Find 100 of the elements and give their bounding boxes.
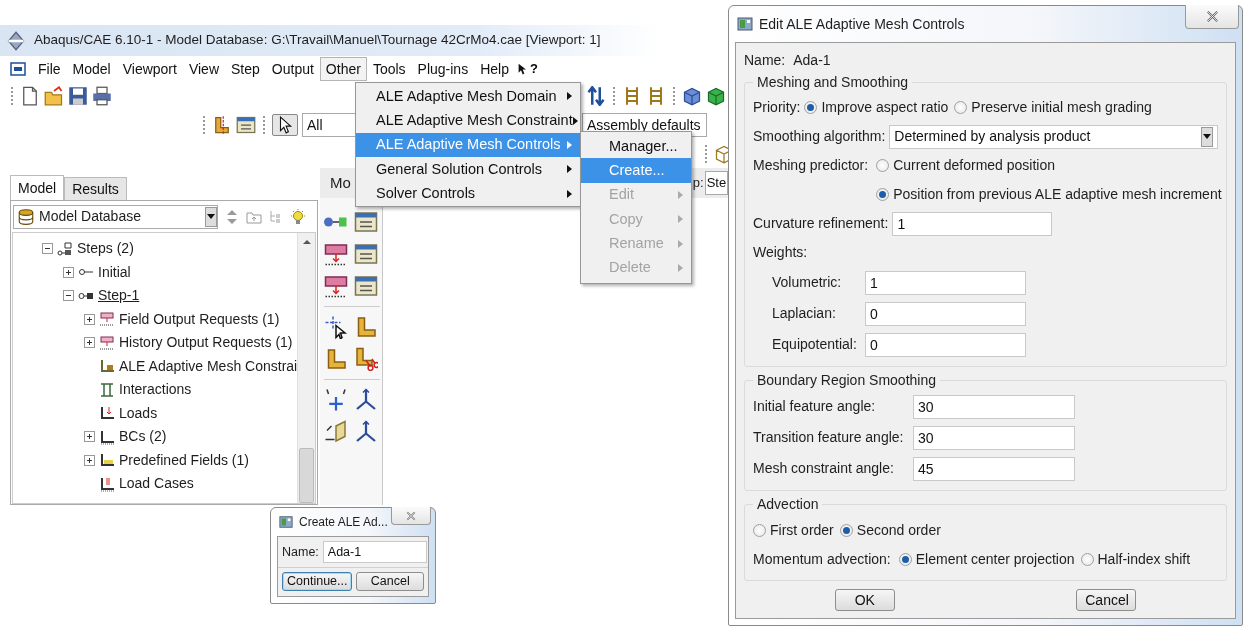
menu-item[interactable]: Plug-ins [411, 57, 475, 81]
radio-button[interactable] [954, 101, 968, 115]
menu-item[interactable]: General Solution Controls [356, 157, 580, 182]
scrollbar-thumb[interactable] [299, 448, 315, 503]
sort-arrows-icon[interactable] [586, 86, 606, 106]
option-label: First order [770, 521, 834, 539]
radio-button[interactable] [898, 552, 912, 566]
option-label: Second order [856, 521, 941, 539]
select-button[interactable] [272, 114, 298, 136]
new-file-icon[interactable] [20, 86, 40, 106]
tree-item[interactable]: Initial [98, 263, 131, 281]
expand-toggle[interactable] [42, 243, 53, 255]
cut-shape-icon[interactable] [354, 347, 378, 371]
whats-this-button[interactable]: ? [514, 61, 540, 77]
text-field[interactable]: 30 [913, 425, 1075, 450]
scrollbar[interactable] [297, 233, 316, 503]
radio-button[interactable] [1080, 552, 1094, 566]
menu-item[interactable]: ALE Adaptive Mesh Domain [356, 84, 580, 109]
close-button[interactable] [1185, 5, 1239, 29]
table-icon[interactable] [354, 274, 378, 298]
tree-item[interactable]: Field Output Requests (1) [119, 310, 280, 328]
ok-button[interactable]: OK [834, 588, 895, 612]
tree-item[interactable]: Loads [119, 404, 158, 422]
tab[interactable]: Model [10, 175, 65, 200]
boundary-condition-icon [99, 428, 115, 445]
text-field[interactable]: 45 [913, 456, 1075, 481]
window-menu-icon[interactable] [10, 61, 26, 77]
menu-item[interactable]: Model [66, 57, 117, 81]
tree-item[interactable]: Load Cases [119, 475, 194, 493]
load-case-icon [99, 475, 115, 492]
expand-toggle[interactable] [63, 290, 74, 302]
radio-button[interactable] [839, 523, 853, 537]
tree-item[interactable]: BCs (2) [119, 428, 167, 446]
step-chart-icon[interactable] [324, 242, 348, 266]
expand-toggle[interactable] [84, 337, 95, 349]
window-title: Abaqus/CAE 6.10-1 - Model Database: G:\Travail\Manuel\Tournage 42CrMo4.cae [Viewport: 1] [34, 32, 601, 49]
print-icon[interactable] [92, 86, 112, 106]
table-icon[interactable] [354, 210, 378, 234]
menu-item[interactable]: Step [225, 57, 266, 81]
radio-button[interactable] [876, 188, 890, 202]
source-dropdown[interactable]: Model Database [13, 204, 218, 229]
expand-toggle[interactable] [84, 454, 95, 466]
tree-item[interactable]: Step-1 [98, 287, 140, 305]
expand-toggle[interactable] [84, 313, 95, 325]
menu-item[interactable]: Viewport [116, 57, 183, 81]
tree-item[interactable]: Interactions [119, 381, 192, 399]
option-label: Position from previous ALE adaptive mesh increment [893, 186, 1222, 204]
field-label: Curvature refinement: [753, 215, 889, 233]
radio-button[interactable] [804, 101, 818, 115]
axes-icon[interactable] [354, 388, 378, 412]
dropdown-field[interactable]: Determined by analysis product [889, 124, 1218, 149]
menu-item[interactable]: Other [319, 57, 367, 81]
expand-toggle[interactable] [84, 431, 95, 443]
tree-item[interactable]: ALE Adaptive Mesh Constrai [119, 357, 298, 375]
tree-item[interactable]: History Output Requests (1) [119, 334, 293, 352]
cursor-cross-icon[interactable] [324, 315, 348, 339]
datum-plane-icon[interactable] [324, 420, 348, 444]
cube-icon[interactable] [682, 86, 702, 106]
text-field[interactable]: 0 [865, 332, 1026, 357]
menu-item[interactable]: Output [265, 57, 320, 81]
shaded-cube-icon[interactable] [706, 86, 726, 106]
expand-toggle[interactable] [63, 266, 74, 278]
step-chart-icon[interactable] [324, 274, 348, 298]
menu-item[interactable]: Solver Controls [356, 181, 580, 206]
menu-item[interactable]: Manager... [581, 134, 691, 159]
tree-item[interactable]: Steps (2) [77, 240, 134, 258]
radio-button[interactable] [753, 523, 766, 537]
field-label: Meshing predictor: [753, 156, 869, 176]
datum-point-icon[interactable] [324, 388, 348, 412]
window-icon [737, 16, 753, 32]
continue-button[interactable]: Continue... [282, 572, 353, 591]
save-icon[interactable] [68, 86, 88, 106]
close-button[interactable] [391, 507, 431, 525]
part-icon[interactable] [212, 115, 232, 135]
field-label: Name: [744, 51, 786, 69]
cancel-button[interactable]: Cancel [1076, 588, 1137, 612]
menu-item[interactable]: File [32, 57, 67, 81]
menu-item[interactable]: Help [474, 57, 515, 81]
text-field[interactable]: 30 [913, 394, 1075, 419]
menu-item[interactable]: ALE Adaptive Mesh Constraint [356, 108, 580, 133]
dialog-title: Edit ALE Adaptive Mesh Controls [759, 15, 965, 33]
text-field[interactable]: 1 [865, 270, 1026, 295]
menu-item[interactable]: View [182, 57, 225, 81]
cancel-button[interactable]: Cancel [356, 572, 424, 591]
radio-button[interactable] [876, 159, 890, 173]
axes-icon[interactable] [354, 420, 378, 444]
menu-item[interactable]: Tools [366, 57, 412, 81]
name-field[interactable]: Ada-1 [322, 541, 427, 563]
table-icon[interactable] [354, 242, 378, 266]
open-folder-icon[interactable] [44, 86, 64, 106]
step-field[interactable]: Ste [704, 171, 729, 195]
option-label: Preserve initial mesh grading [971, 99, 1152, 117]
dialog-title: Create ALE Ad... [299, 514, 388, 530]
lightbulb-icon[interactable] [290, 208, 306, 225]
output-request-icon [99, 311, 115, 328]
tree-item[interactable]: Predefined Fields (1) [119, 451, 249, 469]
tab[interactable]: Results [64, 177, 127, 200]
table-icon[interactable] [236, 115, 256, 135]
text-field[interactable]: 1 [892, 211, 1053, 236]
text-field[interactable]: 0 [865, 301, 1026, 326]
